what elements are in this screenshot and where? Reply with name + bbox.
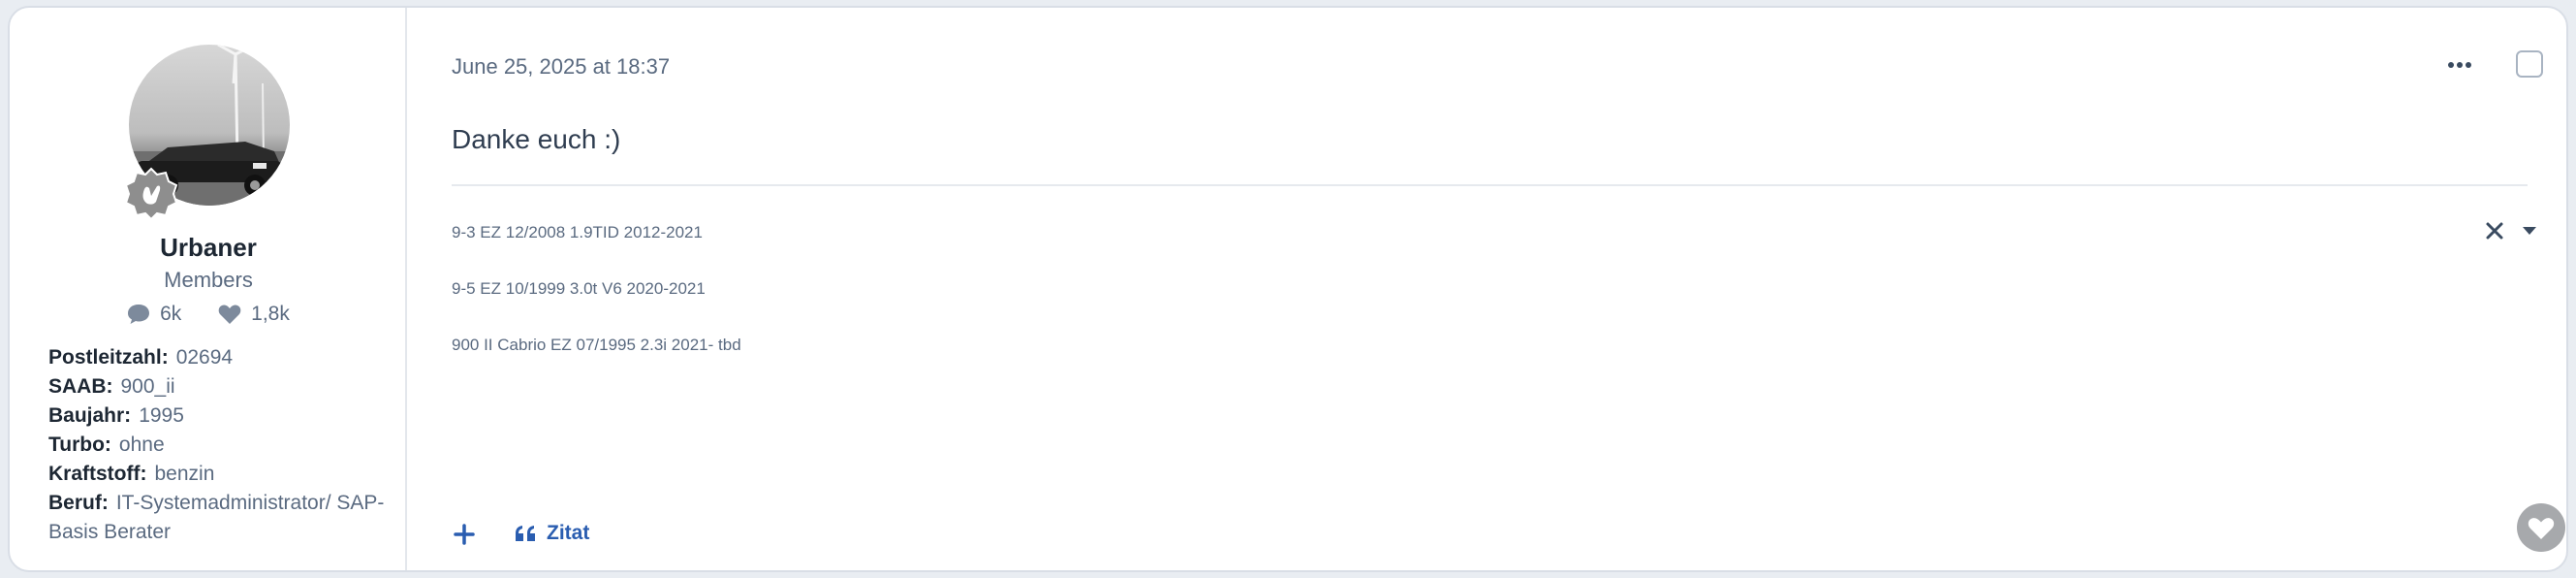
profile-field-beruf: Beruf: IT-Systemadministrator/ SAP-Basis … (48, 489, 397, 547)
add-to-multiquote-button[interactable] (452, 522, 477, 547)
field-value: 02694 (175, 346, 234, 369)
plus-icon (454, 524, 475, 545)
usergroup: Members (164, 268, 253, 292)
author-sidebar: Urbaner Members 6k 1,8k Postleitzahl: 026… (10, 8, 407, 570)
signature-line: 900 II Cabrio EZ 07/1995 2.3i 2021- tbd (452, 336, 741, 354)
field-value: 900_ii (120, 375, 175, 398)
close-icon (2486, 222, 2503, 240)
rank-badge-icon (124, 167, 178, 221)
comment-icon (128, 305, 150, 324)
profile-field-baujahr: Baujahr: 1995 (48, 401, 397, 431)
like-button[interactable] (2516, 502, 2566, 553)
like-heart-icon (2517, 503, 2565, 552)
hide-signature-button[interactable] (2483, 219, 2506, 242)
posts-count: 6k (160, 303, 182, 325)
signature-line: 9-3 EZ 12/2008 1.9TID 2012-2021 (452, 223, 703, 241)
profile-field-kraftstoff: Kraftstoff: benzin (48, 460, 397, 489)
posts-stat: 6k (127, 303, 181, 326)
quote-button[interactable]: Zitat (514, 522, 589, 545)
post-card: Urbaner Members 6k 1,8k Postleitzahl: 026… (8, 6, 2568, 572)
field-label: Beruf: (48, 492, 109, 514)
field-label: Kraftstoff: (48, 463, 147, 485)
field-label: Baujahr: (48, 404, 132, 427)
field-value: ohne (118, 434, 165, 456)
field-label: SAAB: (48, 375, 113, 398)
select-post-checkbox[interactable] (2516, 50, 2543, 78)
post-message: Danke euch :) (452, 124, 621, 154)
field-value: 1995 (139, 404, 184, 427)
ellipsis-icon (2448, 62, 2471, 68)
user-profile-fields: Postleitzahl: 02694 SAAB: 900_ii Baujahr: 1… (48, 343, 397, 547)
signature-menu-button[interactable] (2520, 223, 2539, 239)
signature-divider (452, 184, 2528, 186)
post-content: June 25, 2025 at 18:37 Danke euch :) 9-3… (409, 8, 2566, 570)
field-label: Postleitzahl: (48, 346, 169, 369)
field-label: Turbo: (48, 434, 111, 456)
profile-field-postleitzahl: Postleitzahl: 02694 (48, 343, 397, 372)
profile-field-saab: SAAB: 900_ii (48, 372, 397, 401)
caret-down-icon (2523, 227, 2536, 235)
signature-line: 9-5 EZ 10/1999 3.0t V6 2020-2021 (452, 279, 706, 298)
quote-icon (516, 526, 535, 541)
username[interactable]: Urbaner (10, 233, 407, 263)
heart-icon (218, 305, 241, 324)
profile-field-turbo: Turbo: ohne (48, 431, 397, 460)
likes-count: 1,8k (251, 303, 290, 325)
post-date[interactable]: June 25, 2025 at 18:37 (452, 54, 670, 80)
likes-stat: 1,8k (218, 303, 290, 326)
quote-label: Zitat (547, 522, 590, 544)
author-stats: 6k 1,8k (10, 303, 407, 331)
more-options-button[interactable] (2440, 50, 2479, 80)
field-value: benzin (154, 463, 215, 485)
